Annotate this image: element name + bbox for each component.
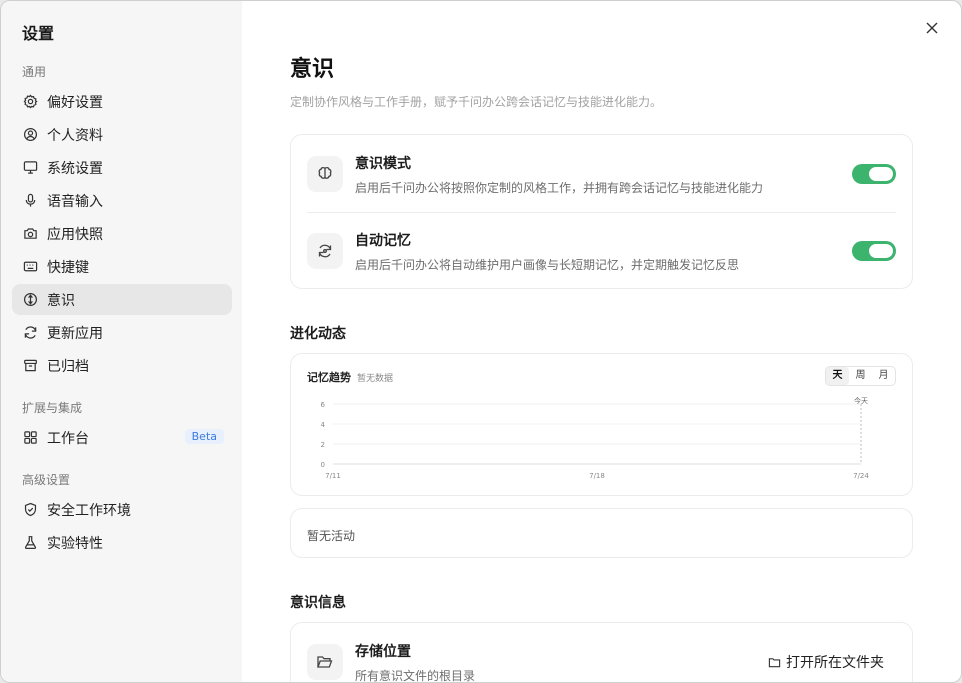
auto-memory-toggle[interactable] (852, 241, 896, 261)
y-tick-label: 0 (321, 461, 325, 469)
shield-icon (24, 502, 37, 517)
sidebar-item-profile[interactable]: 个人资料 (12, 119, 232, 150)
sidebar-item-label: 个人资料 (47, 127, 103, 144)
page-title: 意识 (290, 57, 335, 82)
y-tick-label: 6 (321, 401, 326, 409)
sidebar-item-label: 快捷键 (47, 259, 89, 276)
y-tick-label: 4 (321, 421, 326, 429)
sidebar-item-label: 意识 (47, 292, 75, 309)
sidebar-item-label: 更新应用 (47, 325, 103, 342)
chart-status: 暂无数据 (357, 374, 394, 384)
sidebar-item-experimental[interactable]: 实验特性 (12, 527, 232, 558)
setting-row-consciousness-mode: 意识模式 启用后千问办公将按照你定制的风格工作，并拥有跨会话记忆与技能进化能力 (307, 143, 896, 205)
open-folder-label: 打开所在文件夹 (786, 655, 884, 671)
storage-description: 所有意识文件的根目录 (355, 668, 476, 683)
sidebar-item-snapshot[interactable]: 应用快照 (12, 218, 232, 249)
sidebar: 设置 通用 偏好设置 个人资料 系统设置 语音输入 应用快照 快捷键 意识 更新… (1, 1, 242, 682)
grid-icon (24, 431, 37, 444)
sidebar-item-shortcuts[interactable]: 快捷键 (12, 251, 232, 282)
archive-icon (24, 359, 37, 372)
activity-empty-text: 暂无活动 (307, 529, 356, 543)
sidebar-item-secure-env[interactable]: 安全工作环境 (12, 494, 232, 525)
sidebar-item-consciousness[interactable]: 意识 (12, 284, 232, 315)
sidebar-item-update[interactable]: 更新应用 (12, 317, 232, 348)
section-advanced-label: 高级设置 (22, 473, 71, 487)
sidebar-item-voice[interactable]: 语音输入 (12, 185, 232, 216)
sidebar-item-workbench[interactable]: 工作台 Beta (12, 422, 232, 453)
setting-description: 启用后千问办公将自动维护用户画像与长短期记忆，并定期触发记忆反思 (355, 257, 740, 272)
section-heading-info: 意识信息 (290, 595, 346, 611)
divider (307, 212, 896, 213)
range-option-week[interactable]: 周 (849, 367, 872, 385)
sidebar-item-label: 安全工作环境 (47, 502, 131, 519)
setting-title: 意识模式 (355, 155, 411, 172)
setting-title: 自动记忆 (355, 232, 411, 249)
setting-row-auto-memory: 自动记忆 启用后千问办公将自动维护用户画像与长短期记忆，并定期触发记忆反思 (307, 220, 896, 282)
main-panel: 意识 定制协作风格与工作手册，赋予千问办公跨会话记忆与技能进化能力。 意识模式 … (242, 1, 961, 683)
sidebar-item-label: 实验特性 (47, 535, 103, 552)
chart-title: 记忆趋势 (307, 371, 351, 384)
keyboard-icon (23, 261, 38, 272)
page-subtitle: 定制协作风格与工作手册，赋予千问办公跨会话记忆与技能进化能力。 (290, 95, 663, 109)
x-tick-label: 7/24 (853, 472, 869, 480)
folder-icon-box (307, 644, 343, 680)
x-tick-label: 7/18 (589, 472, 605, 480)
sidebar-item-system[interactable]: 系统设置 (12, 152, 232, 183)
today-marker-label: 今天 (854, 396, 868, 405)
x-tick-label: 7/11 (325, 472, 341, 480)
brain-icon-box (307, 156, 343, 192)
sidebar-item-label: 偏好设置 (47, 94, 103, 111)
range-option-day[interactable]: 天 (826, 367, 849, 385)
microphone-icon (25, 193, 36, 207)
memory-trend-chart: 0 2 4 6 7/11 7/18 7/24 今天 (321, 396, 869, 480)
refresh-icon (24, 326, 37, 339)
section-heading-evolution: 进化动态 (290, 326, 346, 342)
user-circle-icon (23, 127, 38, 142)
sidebar-item-preferences[interactable]: 偏好设置 (12, 86, 232, 117)
sidebar-item-archived[interactable]: 已归档 (12, 350, 232, 381)
folder-open-icon (317, 656, 333, 668)
sidebar-item-label: 语音输入 (47, 193, 103, 210)
monitor-icon (23, 161, 38, 174)
sidebar-item-label: 系统设置 (47, 160, 103, 177)
flask-icon (24, 536, 37, 550)
sync-icon (318, 244, 332, 258)
setting-description: 启用后千问办公将按照你定制的风格工作，并拥有跨会话记忆与技能进化能力 (355, 180, 764, 195)
storage-row: 存储位置 所有意识文件的根目录 打开所在文件夹 (307, 631, 896, 683)
sidebar-item-label: 已归档 (47, 358, 89, 375)
storage-card: 存储位置 所有意识文件的根目录 打开所在文件夹 (290, 622, 913, 683)
gear-icon (23, 94, 38, 109)
sidebar-title: 设置 (22, 24, 55, 43)
open-folder-button[interactable]: 打开所在文件夹 (768, 652, 884, 672)
y-tick-label: 2 (321, 441, 325, 449)
settings-window: 设置 通用 偏好设置 个人资料 系统设置 语音输入 应用快照 快捷键 意识 更新… (0, 0, 962, 683)
camera-icon (24, 228, 37, 239)
range-option-month[interactable]: 月 (872, 367, 895, 385)
folder-icon (768, 657, 781, 667)
section-general-label: 通用 (22, 65, 47, 79)
section-extensions-label: 扩展与集成 (22, 401, 83, 415)
consciousness-mode-toggle[interactable] (852, 164, 896, 184)
compass-icon (23, 292, 38, 307)
brain-icon (318, 167, 332, 179)
activity-card: 暂无活动 (290, 508, 913, 558)
beta-badge: Beta (184, 429, 224, 444)
sync-icon-box (307, 233, 343, 269)
sidebar-item-label: 应用快照 (47, 226, 103, 243)
storage-title: 存储位置 (355, 643, 411, 660)
memory-trend-card: 记忆趋势 暂无数据 天 周 月 0 2 4 6 7/11 7/18 7/24 今天 (290, 353, 913, 496)
consciousness-settings-card: 意识模式 启用后千问办公将按照你定制的风格工作，并拥有跨会话记忆与技能进化能力 … (290, 134, 913, 289)
range-switch: 天 周 月 (825, 366, 896, 386)
